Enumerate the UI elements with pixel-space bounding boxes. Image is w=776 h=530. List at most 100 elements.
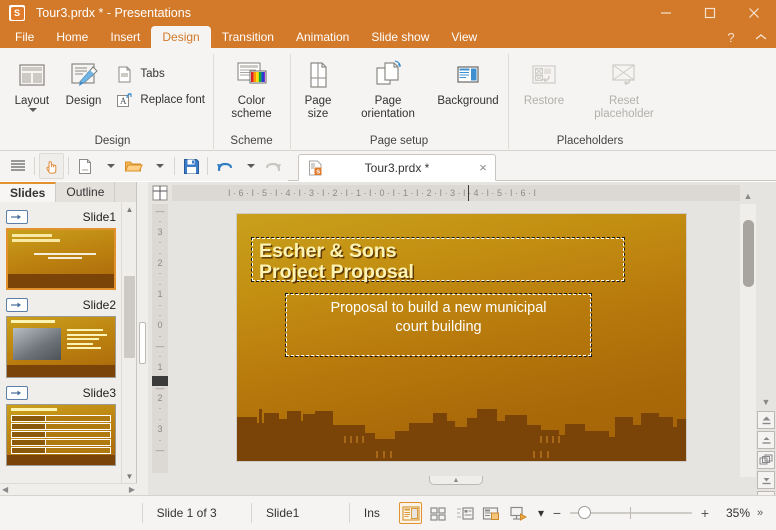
zoom-slider[interactable] (570, 506, 692, 520)
layout-label: Layout (14, 95, 50, 107)
editor-horizontal-scrollbar[interactable]: ▲ (172, 476, 740, 495)
list-item[interactable]: Slide1 (0, 202, 122, 290)
slide-sorter-view-button[interactable] (426, 502, 449, 524)
document-tab-strip: s Tour3.prdx * × (288, 151, 776, 181)
insert-mode-indicator[interactable]: Ins (350, 502, 397, 524)
ribbon: Layout Design Tabs A Replace font Design… (0, 48, 776, 151)
design-button[interactable]: Design (58, 53, 110, 108)
undo-caret-icon[interactable] (237, 153, 261, 179)
maximize-button[interactable] (688, 0, 732, 26)
zoom-slider-knob[interactable] (578, 506, 591, 519)
scrollbar-thumb[interactable] (743, 220, 754, 287)
document-tab[interactable]: s Tour3.prdx * × (298, 154, 496, 181)
tab-view[interactable]: View (440, 26, 488, 48)
transition-icon[interactable] (6, 210, 28, 224)
splitter-grip[interactable] (139, 322, 146, 364)
slide-thumbnail-3[interactable] (6, 404, 116, 466)
current-slide[interactable]: Escher & Sons Project Proposal Proposal … (236, 213, 687, 462)
reset-placeholder-button[interactable]: Reset placeholder (580, 53, 668, 121)
zoom-out-button[interactable]: − (550, 505, 564, 521)
zoom-in-button[interactable]: + (698, 505, 712, 521)
ribbon-tab-bar: File Home Insert Design Transition Anima… (0, 26, 776, 48)
view-options-caret-icon[interactable]: ▾ (532, 502, 550, 524)
slide-show-view-button[interactable] (507, 502, 530, 524)
open-folder-caret-icon[interactable] (146, 153, 170, 179)
minimize-button[interactable] (644, 0, 688, 26)
slide-thumbnail-2[interactable] (6, 316, 116, 378)
split-handle[interactable]: ▲ (429, 476, 483, 485)
close-icon[interactable]: × (471, 160, 495, 175)
slides-panel-scrollbar[interactable]: ▲ ▼ (121, 202, 136, 483)
redo-icon[interactable] (261, 153, 286, 179)
close-button[interactable] (732, 0, 776, 26)
transition-icon[interactable] (6, 298, 28, 312)
title-placeholder[interactable]: Escher & Sons Project Proposal (251, 237, 625, 283)
restore-button[interactable]: Restore (508, 53, 580, 108)
horizontal-ruler[interactable]: I · 6 · I · 5 · I · 4 · I · 3 · I · 2 · … (172, 185, 740, 201)
normal-view-button[interactable] (399, 502, 423, 524)
tab-home-label: Home (56, 30, 89, 44)
panel-tab-outline[interactable]: Outline (56, 182, 116, 202)
tab-file[interactable]: File (4, 26, 45, 48)
slide-canvas-area[interactable]: Escher & Sons Project Proposal Proposal … (172, 204, 740, 477)
slide-thumbnail-list[interactable]: Slide1 Slide2 Slide3 (0, 202, 122, 483)
slides-panel-hscrollbar[interactable]: ◀ ▶ (0, 483, 137, 495)
scroll-up-icon[interactable]: ▲ (122, 202, 137, 216)
tab-home[interactable]: Home (45, 26, 99, 48)
tab-insert[interactable]: Insert (99, 26, 151, 48)
transition-icon[interactable] (6, 386, 28, 400)
notes-view-button[interactable] (480, 502, 503, 524)
new-document-icon[interactable] (73, 153, 97, 179)
help-icon[interactable]: ? (716, 26, 746, 48)
tab-transition[interactable]: Transition (211, 26, 285, 48)
zoom-level-label[interactable]: 35% (712, 506, 750, 520)
next-page-button[interactable] (757, 471, 775, 489)
new-document-caret-icon[interactable] (97, 153, 121, 179)
hand-pointer-icon[interactable] (39, 153, 64, 179)
scroll-left-icon[interactable]: ◀ (0, 485, 8, 494)
toolbar-separator (68, 157, 69, 175)
slide-thumbnail-1[interactable] (6, 228, 116, 290)
ribbon-group-design: Layout Design Tabs A Replace font Design (0, 48, 213, 151)
page-size-icon (304, 59, 332, 91)
panel-tab-slides[interactable]: Slides (0, 182, 57, 202)
color-scheme-button[interactable]: Color scheme (213, 53, 290, 121)
editor-vertical-scrollbar[interactable]: ▲ (740, 191, 756, 477)
undo-icon[interactable] (212, 153, 237, 179)
save-icon[interactable] (179, 153, 203, 179)
tab-design[interactable]: Design (151, 26, 211, 48)
scroll-down-icon[interactable]: ▼ (756, 394, 776, 410)
tabs-button[interactable]: Tabs (109, 61, 213, 87)
layout-button[interactable]: Layout (6, 53, 58, 112)
page-orientation-button[interactable]: Page orientation (346, 53, 430, 121)
tabs-icon (113, 66, 135, 83)
menu-icon[interactable] (6, 153, 30, 179)
previous-slide-button[interactable] (757, 411, 775, 429)
previous-page-button[interactable] (757, 431, 775, 449)
tab-animation[interactable]: Animation (285, 26, 360, 48)
slide-subtitle-text: Proposal to build a new municipal court … (330, 300, 547, 335)
scroll-up-icon[interactable]: ▲ (738, 188, 758, 204)
list-item[interactable]: Slide2 (0, 290, 122, 378)
more-status-icon[interactable]: » (750, 507, 770, 519)
layout-caret-icon[interactable] (29, 108, 38, 112)
list-item[interactable]: Slide3 (0, 378, 122, 466)
panel-splitter[interactable] (137, 182, 148, 495)
outline-view-button[interactable] (453, 502, 476, 524)
replace-font-label: Replace font (140, 94, 205, 106)
replace-font-button[interactable]: A Replace font (109, 87, 213, 113)
scroll-down-icon[interactable]: ▼ (122, 469, 137, 483)
scrollbar-thumb[interactable] (124, 276, 135, 358)
background-button[interactable]: Background (430, 53, 506, 108)
tab-slide-show[interactable]: Slide show (360, 26, 440, 48)
vruler-mark: — (155, 444, 165, 455)
subtitle-placeholder[interactable]: Proposal to build a new municipal court … (285, 293, 592, 357)
vertical-ruler[interactable]: — · 3 · · 2 · · 1 · · 0 · — · 1 · — 2 · … (152, 204, 168, 473)
chevron-up-icon[interactable] (746, 26, 776, 48)
title-bar: S Tour3.prdx * - Presentations (0, 0, 776, 26)
ruler-corner-button[interactable] (148, 182, 172, 204)
select-browse-object-button[interactable] (757, 451, 775, 469)
page-size-button[interactable]: Page size (290, 53, 346, 121)
scroll-right-icon[interactable]: ▶ (129, 485, 137, 494)
open-folder-icon[interactable] (121, 153, 146, 179)
